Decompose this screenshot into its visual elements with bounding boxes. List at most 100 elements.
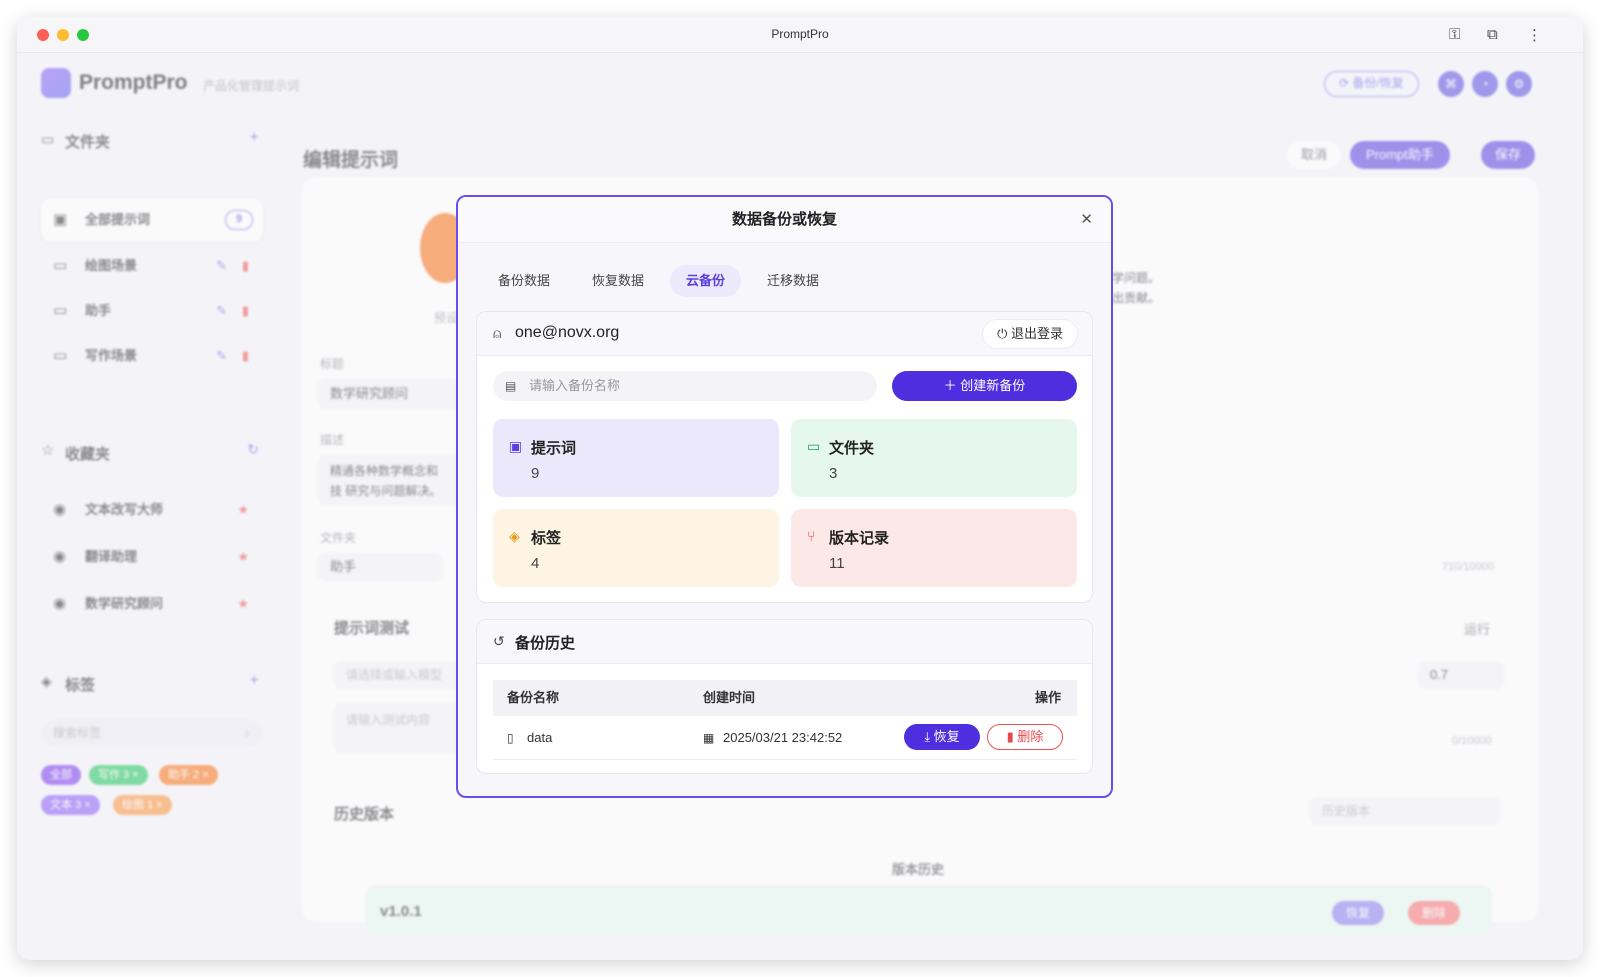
tab-migrate[interactable]: 迁移数据 <box>751 265 835 297</box>
trash-icon[interactable]: ▮ <box>242 334 249 378</box>
folder-field-label: 文件夹 <box>320 531 357 545</box>
refresh-icon[interactable]: ↻ <box>247 441 259 458</box>
restore-button[interactable]: ⤓ 恢复 <box>904 724 980 750</box>
stat-prompts: ▣ 提示词 9 <box>493 419 779 497</box>
tab-restore[interactable]: 恢复数据 <box>576 265 660 297</box>
char-count: 710/10000 <box>1442 561 1494 573</box>
favorite-star-icon[interactable]: ★ <box>237 535 249 579</box>
tag-chip[interactable]: 文本 3 × <box>41 795 100 815</box>
stat-value: 4 <box>531 555 540 572</box>
folder-select[interactable]: 助手 <box>318 553 442 581</box>
more-menu-icon[interactable]: ⋮ <box>1527 26 1542 44</box>
edit-icon[interactable]: ✎ <box>216 334 227 378</box>
favorite-star-icon[interactable]: ★ <box>237 488 249 532</box>
folders-title: 文件夹 <box>65 134 111 151</box>
user-icon: ⍝ <box>493 325 502 341</box>
file-icon: ▯ <box>507 731 514 745</box>
create-backup-label: 创建新备份 <box>960 378 1026 393</box>
table-row: ▯ data ▦ 2025/03/21 23:42:52 ⤓ 恢复 ▮ 删除 <box>493 716 1077 760</box>
version-restore-button[interactable]: 恢复 <box>1332 901 1385 925</box>
backup-name-placeholder: 请输入备份名称 <box>529 378 621 393</box>
tags-title: 标签 <box>65 677 96 694</box>
history-select[interactable]: 历史版本 <box>1310 797 1500 825</box>
stat-label: 版本记录 <box>829 530 890 547</box>
cancel-button[interactable]: 取消 <box>1287 141 1342 169</box>
tag-search-input[interactable]: 搜索标签 ⌕ <box>41 719 263 747</box>
backup-name-input[interactable]: ▤ 请输入备份名称 <box>493 371 877 401</box>
version-delete-button[interactable]: 删除 <box>1408 901 1461 925</box>
title-field-label: 标题 <box>320 357 345 371</box>
history-title: 备份历史 <box>515 635 576 652</box>
save-button[interactable]: 保存 <box>1481 141 1536 169</box>
favorite-label: 文本改写大师 <box>85 502 164 517</box>
history-table-header: 备份名称 创建时间 操作 <box>493 680 1077 716</box>
test-input[interactable]: 请输入测试内容 <box>334 703 464 753</box>
settings-icon[interactable]: ⚙ <box>1506 71 1532 97</box>
prompt-assistant-button[interactable]: Prompt助手 <box>1350 141 1450 169</box>
tag-chip[interactable]: 绘图 1 × <box>113 795 172 815</box>
backup-modal: 数据备份或恢复 ✕ 备份数据 恢复数据 云备份 迁移数据 ⍝ one@novx.… <box>456 195 1113 798</box>
sidebar-item-drawing[interactable]: ▭ 绘图场景 ✎ ▮ <box>41 244 263 288</box>
sidebar-item-label: 助手 <box>85 303 112 318</box>
sidebar-item-label: 全部提示词 <box>85 212 151 227</box>
folder-icon: ▭ <box>41 131 55 147</box>
stat-value: 9 <box>531 465 540 482</box>
bell-icon[interactable]: ◔ <box>1472 71 1498 97</box>
close-icon[interactable]: ✕ <box>1080 210 1093 228</box>
sidebar-item-writing[interactable]: ▭ 写作场景 ✎ ▮ <box>41 334 263 378</box>
content-snippet: 出贡献。 <box>1112 291 1161 305</box>
edit-icon[interactable]: ✎ <box>216 244 227 288</box>
search-icon: ⌕ <box>244 726 251 740</box>
desc-field[interactable]: 精通各种数学概念和技 研究与问题解决。 <box>318 455 458 505</box>
shortcut-icon[interactable]: ⌘ <box>1438 71 1464 97</box>
favorite-star-icon[interactable]: ★ <box>237 582 249 626</box>
folder-icon: ▭ <box>53 347 68 364</box>
delete-button[interactable]: ▮ 删除 <box>987 724 1063 750</box>
test-section-title: 提示词测试 <box>334 620 410 637</box>
tag-chip[interactable]: 全部 <box>41 765 81 785</box>
prompt-icon: ▣ <box>509 438 523 454</box>
refresh-icon: ⟳ <box>1339 76 1353 90</box>
favorite-item[interactable]: ◉ 数学研究顾问 ★ <box>41 582 263 626</box>
avatar-icon: ◉ <box>53 548 67 565</box>
app-logo <box>41 68 71 98</box>
key-icon[interactable]: ⚿ <box>1449 26 1460 43</box>
model-select[interactable]: 请选择或输入模型 <box>334 661 464 689</box>
create-backup-button[interactable]: ＋ 创建新备份 <box>892 371 1077 401</box>
run-button[interactable]: 运行 <box>1464 619 1490 638</box>
title-bar: PromptPro ⚿ ⧉ ⋮ <box>17 17 1583 53</box>
edit-icon[interactable]: ✎ <box>216 289 227 333</box>
delete-label: 删除 <box>1017 729 1044 744</box>
branch-icon: ⑂ <box>807 528 816 544</box>
sidebar-item-assistant[interactable]: ▭ 助手 ✎ ▮ <box>41 289 263 333</box>
logout-button[interactable]: ⏻ 退出登录 <box>982 319 1078 349</box>
sidebar-item-all-prompts[interactable]: ▣ 全部提示词 9 <box>41 198 263 242</box>
extension-icon[interactable]: ⧉ <box>1487 26 1498 43</box>
backup-restore-button[interactable]: ⟳ 备份/恢复 <box>1324 71 1419 97</box>
count-badge: 9 <box>225 210 253 230</box>
tab-cloud-backup[interactable]: 云备份 <box>670 265 742 297</box>
col-time: 创建时间 <box>703 690 756 705</box>
tag-chip[interactable]: 写作 3 × <box>89 765 148 785</box>
tag-chip[interactable]: 助手 2 × <box>159 765 218 785</box>
favorite-item[interactable]: ◉ 文本改写大师 ★ <box>41 488 263 532</box>
trash-icon[interactable]: ▮ <box>242 289 249 333</box>
add-tag-icon[interactable]: + <box>250 672 259 690</box>
add-folder-icon[interactable]: + <box>250 129 259 147</box>
backup-name: data <box>527 730 553 745</box>
history-header: ↺ 备份历史 <box>477 620 1092 664</box>
desc-field-label: 描述 <box>320 433 345 447</box>
stat-versions: ⑂ 版本记录 11 <box>791 509 1077 587</box>
temperature-input[interactable]: 0.7 <box>1418 661 1504 689</box>
power-icon: ⏻ <box>997 326 1011 341</box>
account-email: one@novx.org <box>515 324 620 341</box>
stat-label: 标签 <box>531 530 562 547</box>
trash-icon[interactable]: ▮ <box>242 244 249 288</box>
title-field[interactable]: 数学研究顾问 <box>318 379 458 409</box>
modal-title: 数据备份或恢复 <box>458 197 1111 243</box>
tab-backup[interactable]: 备份数据 <box>482 265 566 297</box>
content-snippet: 学问题。 <box>1112 271 1161 285</box>
download-icon: ⤓ <box>924 729 934 744</box>
stat-label: 提示词 <box>531 440 577 457</box>
favorite-item[interactable]: ◉ 翻译助理 ★ <box>41 535 263 579</box>
